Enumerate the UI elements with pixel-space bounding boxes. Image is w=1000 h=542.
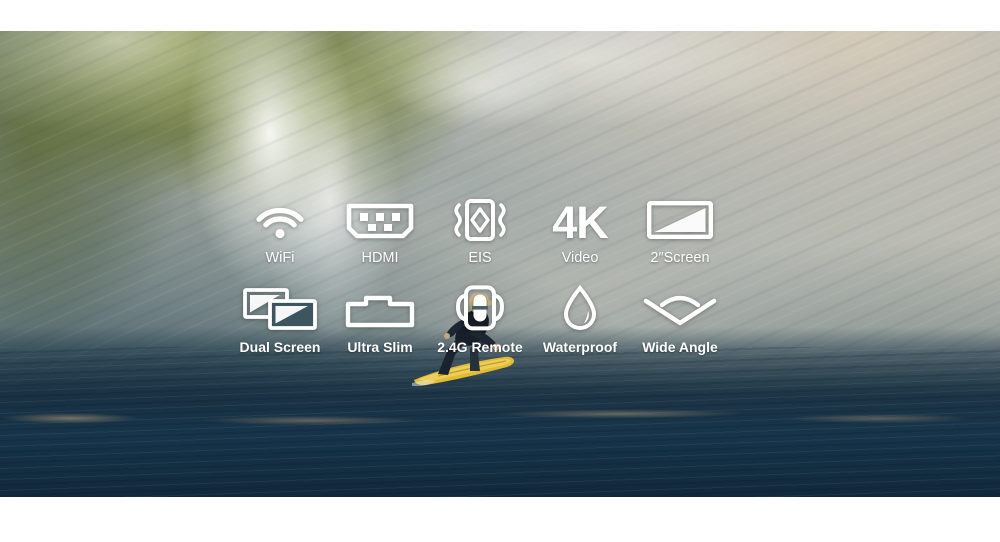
- screen-icon: [646, 196, 714, 242]
- feature-label: 2″Screen: [650, 250, 710, 266]
- feature-ultra-slim[interactable]: Ultra Slim: [330, 285, 430, 354]
- hdmi-port-icon: [344, 196, 416, 242]
- feature-video-4k[interactable]: 4K Video: [530, 196, 630, 266]
- 4k-text-icon: 4K: [552, 196, 609, 249]
- feature-label: Waterproof: [542, 338, 618, 355]
- feature-screen[interactable]: 2″Screen: [630, 196, 730, 266]
- feature-label: WiFi: [265, 250, 295, 266]
- wifi-icon: [255, 196, 305, 242]
- feature-waterproof[interactable]: Waterproof: [530, 284, 630, 355]
- 4k-text: 4K: [552, 197, 609, 249]
- feature-remote[interactable]: 2.4G Remote: [430, 284, 530, 355]
- wide-angle-icon: [642, 285, 718, 331]
- feature-hdmi[interactable]: HDMI: [330, 196, 430, 266]
- feature-banner: WiFi HDMI EIS 4K Video 2″Screen Dual Scr…: [0, 0, 1000, 542]
- feature-label: Ultra Slim: [347, 338, 413, 355]
- water-glint-layer: [0, 405, 1000, 427]
- feature-row-2: Dual Screen Ultra Slim 2.4G Remote Water…: [230, 284, 760, 355]
- feature-label: Video: [561, 250, 599, 266]
- ultra-slim-camera-icon: [344, 285, 416, 331]
- remote-control-icon: [455, 284, 505, 331]
- feature-wide-angle[interactable]: Wide Angle: [630, 285, 730, 354]
- feature-label: 2.4G Remote: [437, 338, 523, 355]
- feature-row-1: WiFi HDMI EIS 4K Video 2″Screen: [230, 196, 760, 266]
- feature-grid: WiFi HDMI EIS 4K Video 2″Screen Dual Scr…: [230, 196, 760, 354]
- dual-screen-icon: [242, 285, 318, 331]
- feature-dual-screen[interactable]: Dual Screen: [230, 285, 330, 354]
- feature-label: EIS: [468, 250, 492, 266]
- feature-label: Dual Screen: [239, 338, 321, 355]
- feature-label: HDMI: [361, 250, 399, 266]
- feature-eis[interactable]: EIS: [430, 196, 530, 266]
- eis-stabilization-icon: [449, 196, 511, 242]
- feature-label: Wide Angle: [642, 338, 718, 355]
- water-drop-icon: [560, 284, 600, 331]
- feature-wifi[interactable]: WiFi: [230, 196, 330, 266]
